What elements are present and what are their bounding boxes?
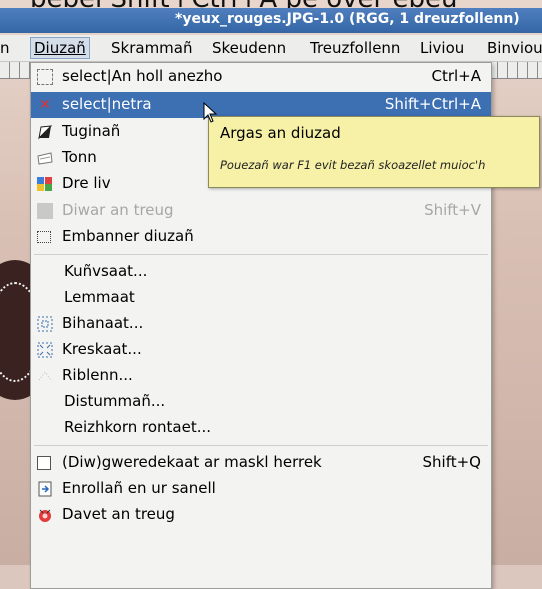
menu-item-rounded-rectangle[interactable]: Reizhkorn rontaet... xyxy=(31,415,491,441)
menu-item-select-all[interactable]: select|An holl anezho Ctrl+A xyxy=(31,64,491,90)
menubar-item-select[interactable]: Diuzañ xyxy=(30,37,90,59)
menu-item-label: Dre liv xyxy=(62,174,111,192)
menu-item-distort[interactable]: Distummañ... xyxy=(31,389,491,415)
menu-item-label: Distummañ... xyxy=(64,392,166,410)
window-title: *yeux_rouges.JPG-1.0 (RGG, 1 dreuzfollen… xyxy=(175,11,520,27)
float-icon xyxy=(37,150,53,166)
menu-item-select-none[interactable]: ✕ select|netra Shift+Ctrl+A xyxy=(31,92,491,118)
menu-item-save-to-channel[interactable]: Enrollañ en ur sanell xyxy=(31,476,491,502)
menu-item-label: Tuginañ xyxy=(62,122,121,140)
tooltip-help: Pouezañ war F1 evit bezañ skoazellet mui… xyxy=(220,158,486,172)
menu-item-feather[interactable]: Kuñvsaat... xyxy=(31,259,491,285)
menu-item-label: Diwar an treug xyxy=(62,201,174,219)
menu-item-label: Kreskaat... xyxy=(62,340,142,358)
menubar-item-colors[interactable]: Liviou xyxy=(420,39,464,57)
ruler-left xyxy=(0,62,30,79)
menubar-item-prev[interactable]: n xyxy=(0,39,10,57)
window-title-bar[interactable]: *yeux_rouges.JPG-1.0 (RGG, 1 dreuzfollen… xyxy=(0,8,542,33)
menu-separator xyxy=(34,254,488,255)
menu-item-label: Embanner diuzañ xyxy=(62,227,194,245)
grow-icon xyxy=(37,342,53,358)
menu-item-label: Tonn xyxy=(62,148,97,166)
menu-item-shrink[interactable]: Bihanaat... xyxy=(31,311,491,337)
menu-item-label: select|netra xyxy=(62,95,152,113)
menu-item-accel: Ctrl+A xyxy=(431,67,481,85)
menu-item-label: Enrollañ en ur sanell xyxy=(62,479,216,497)
menu-item-accel: Shift+Q xyxy=(422,453,481,471)
menu-item-border[interactable]: Riblenn... xyxy=(31,363,491,389)
menu-item-selection-editor[interactable]: Embanner diuzañ xyxy=(31,224,491,250)
menu-item-grow[interactable]: Kreskaat... xyxy=(31,337,491,363)
invert-icon xyxy=(37,124,53,140)
menu-item-label: Kuñvsaat... xyxy=(64,262,148,280)
menu-item-toggle-quick-mask[interactable]: (Diw)gweredekaat ar maskl herrek Shift+Q xyxy=(31,450,491,476)
menu-item-label: Reizhkorn rontaet... xyxy=(64,418,212,436)
shrink-icon xyxy=(37,316,53,332)
save-to-channel-icon xyxy=(37,481,53,497)
menu-item-from-path[interactable]: Diwar an treug Shift+V xyxy=(31,198,491,224)
menu-item-accel: Shift+Ctrl+A xyxy=(384,95,481,113)
mouse-cursor-icon xyxy=(203,102,218,123)
quick-mask-checkbox[interactable] xyxy=(37,456,51,470)
menubar: n Diuzañ Skrammañ Skeudenn Treuzfollenn … xyxy=(0,35,542,62)
menubar-item-select-label: Diuzañ xyxy=(34,39,86,57)
menu-separator xyxy=(34,445,488,446)
menubar-item-image[interactable]: Skeudenn xyxy=(212,39,286,57)
from-path-icon xyxy=(37,203,53,219)
select-none-icon: ✕ xyxy=(39,97,51,113)
menubar-item-view[interactable]: Skrammañ xyxy=(111,39,193,57)
menu-item-label: (Diw)gweredekaat ar maskl herrek xyxy=(62,453,322,471)
tooltip-title: Argas an diuzad xyxy=(220,124,341,142)
menu-item-label: Davet an treug xyxy=(62,505,175,523)
tooltip: Argas an diuzad Pouezañ war F1 evit beza… xyxy=(208,116,540,188)
menu-item-to-path[interactable]: Davet an treug xyxy=(31,502,491,528)
to-path-icon xyxy=(37,507,53,523)
select-all-icon xyxy=(37,69,53,85)
menubar-item-layer[interactable]: Treuzfollenn xyxy=(310,39,400,57)
border-icon xyxy=(37,368,53,384)
by-color-icon xyxy=(37,176,53,192)
menubar-item-tools[interactable]: Binviou xyxy=(487,39,542,57)
menu-item-label: Lemmaat xyxy=(64,288,135,306)
menu-item-accel: Shift+V xyxy=(424,201,481,219)
menu-item-sharpen[interactable]: Lemmaat xyxy=(31,285,491,311)
menu-item-label: select|An holl anezho xyxy=(62,67,223,85)
menu-item-label: Bihanaat... xyxy=(62,314,144,332)
selection-editor-icon xyxy=(37,231,51,243)
menu-item-label: Riblenn... xyxy=(62,366,133,384)
